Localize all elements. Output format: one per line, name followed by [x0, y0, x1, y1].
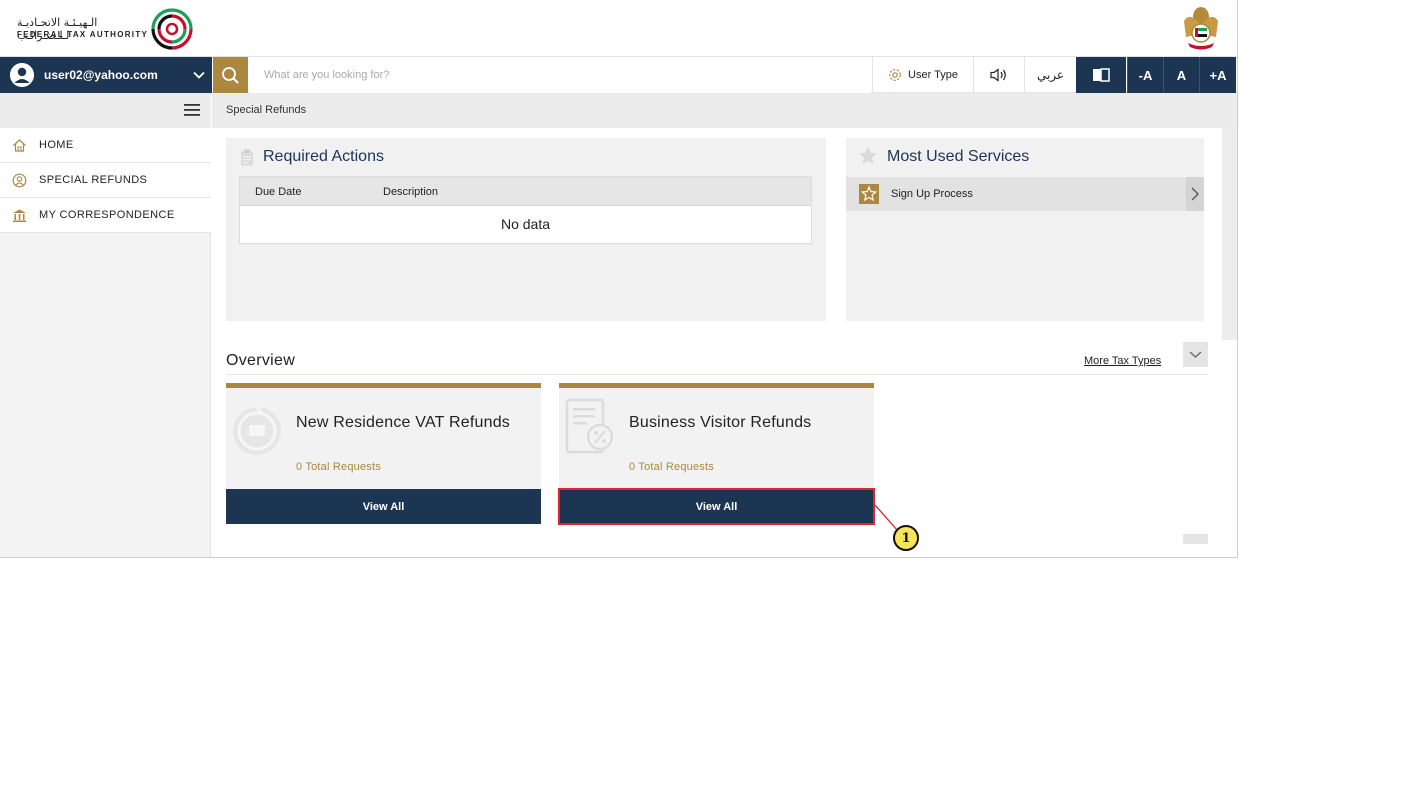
refund-cycle-icon — [233, 403, 281, 455]
search-button[interactable] — [213, 57, 248, 93]
breadcrumb-bar: Special Refunds — [212, 93, 1237, 128]
divider — [226, 374, 1208, 375]
user-circle-icon — [12, 173, 27, 188]
font-reset-button[interactable]: A — [1163, 57, 1199, 93]
star-badge-icon — [859, 184, 879, 204]
service-item-sign-up-process[interactable]: Sign Up Process — [846, 177, 1204, 211]
chevron-down-icon — [1189, 351, 1202, 358]
star-icon — [859, 147, 877, 164]
overview-expand-button[interactable] — [1183, 342, 1208, 367]
contrast-icon — [1093, 68, 1110, 82]
vertical-scrollbar[interactable] — [1222, 128, 1237, 340]
overview-title: Overview — [226, 352, 296, 369]
view-all-button-highlighted[interactable]: View All — [558, 488, 875, 525]
search-icon — [222, 67, 239, 84]
required-actions-table: Due Date Description No data — [239, 176, 812, 244]
bank-icon — [13, 209, 26, 222]
service-card-new-residence-vat-refunds: New Residence VAT Refunds 0 Total Reques… — [226, 383, 541, 524]
most-used-services-title: Most Used Services — [887, 148, 1030, 165]
service-card-business-visitor-refunds: Business Visitor Refunds 0 Total Request… — [558, 383, 875, 525]
view-all-button[interactable]: View All — [226, 489, 541, 524]
card-title: New Residence VAT Refunds — [296, 414, 510, 431]
sidebar-item-special-refunds[interactable]: SPECIAL REFUNDS — [0, 163, 211, 198]
contrast-toggle[interactable] — [1076, 57, 1126, 93]
text-to-speech-button[interactable] — [973, 57, 1024, 93]
logo-english-text: FEDERAL TAX AUTHORITY — [17, 30, 149, 39]
more-tax-types-link[interactable]: More Tax Types — [1084, 355, 1161, 367]
empty-table-message: No data — [500, 216, 551, 232]
table-header: Due Date Description — [240, 177, 811, 206]
chevron-down-icon[interactable] — [192, 68, 206, 82]
sidebar: HOME SPECIAL REFUNDS MY CORRESPONDENCE — [0, 93, 211, 557]
user-type-label: User Type — [908, 69, 958, 81]
search-input[interactable] — [250, 57, 870, 93]
user-account-menu[interactable]: user02@yahoo.com — [0, 57, 212, 93]
home-icon — [13, 139, 26, 152]
scroll-button[interactable] — [1183, 534, 1208, 544]
user-type-button[interactable]: User Type — [872, 57, 973, 93]
navigation-bar: user02@yahoo.com User Type عربي -A A +A — [0, 57, 1237, 93]
sidebar-header — [0, 93, 211, 128]
gear-icon — [889, 69, 901, 81]
chevron-right-icon[interactable] — [1186, 177, 1204, 211]
uae-emblem-icon — [1184, 7, 1218, 50]
sidebar-item-home[interactable]: HOME — [0, 128, 211, 163]
sidebar-item-label: HOME — [39, 139, 74, 151]
document-percent-icon — [565, 398, 614, 454]
column-header-description[interactable]: Description — [383, 186, 438, 198]
hamburger-menu-icon[interactable] — [184, 103, 200, 117]
most-used-services-panel: Most Used Services Sign Up Process — [846, 138, 1204, 321]
font-decrease-button[interactable]: -A — [1127, 57, 1163, 93]
fta-logo-icon — [151, 8, 193, 50]
header: الـهيـئـة الاتحـاديـة لـلـضـرائـب FEDERA… — [0, 0, 1237, 57]
service-item-label: Sign Up Process — [891, 188, 973, 200]
speaker-icon — [990, 68, 1006, 82]
font-increase-button[interactable]: +A — [1199, 57, 1236, 93]
card-request-count: 0 Total Requests — [629, 461, 714, 473]
column-header-due-date[interactable]: Due Date — [255, 186, 301, 198]
sidebar-item-label: MY CORRESPONDENCE — [39, 209, 175, 221]
breadcrumb: Special Refunds — [226, 104, 307, 116]
sidebar-item-my-correspondence[interactable]: MY CORRESPONDENCE — [0, 198, 211, 233]
required-actions-panel: Required Actions Due Date Description No… — [226, 138, 826, 321]
main-content: Required Actions Due Date Description No… — [212, 128, 1237, 557]
language-toggle[interactable]: عربي — [1024, 57, 1076, 93]
card-request-count: 0 Total Requests — [296, 461, 381, 473]
user-email: user02@yahoo.com — [44, 68, 158, 82]
user-avatar-icon — [10, 63, 34, 87]
app-window: الـهيـئـة الاتحـاديـة لـلـضـرائـب FEDERA… — [0, 0, 1238, 558]
sidebar-item-label: SPECIAL REFUNDS — [39, 174, 148, 186]
required-actions-title: Required Actions — [263, 148, 384, 165]
clipboard-icon — [241, 149, 253, 166]
step-number-badge: 1 — [893, 525, 919, 551]
card-title: Business Visitor Refunds — [629, 414, 812, 431]
